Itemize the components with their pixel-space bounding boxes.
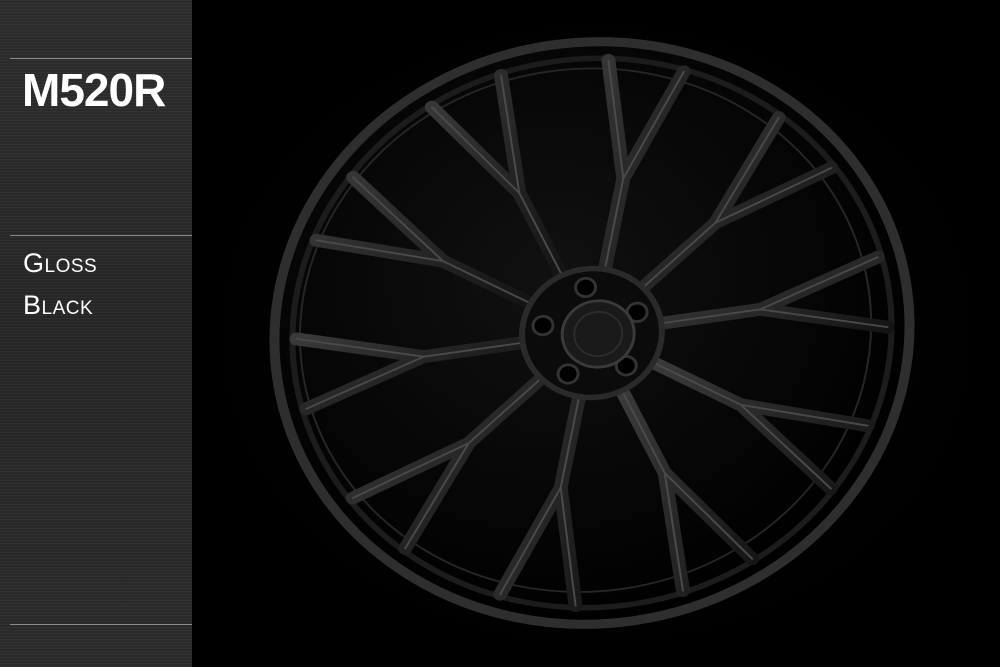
wheel-illustration [269, 37, 915, 629]
middle-divider [10, 235, 192, 236]
lug-hole [556, 363, 580, 385]
wheel-photo [192, 0, 1000, 667]
lug-hole [574, 276, 598, 299]
lug-hole [531, 314, 555, 337]
bottom-divider [10, 624, 192, 625]
finish-line-2: Black [23, 290, 94, 320]
model-name: M520R [22, 64, 166, 116]
wheel [269, 37, 915, 629]
finish-line-1: Gloss [23, 248, 98, 278]
info-panel: M520R Gloss Black [0, 0, 192, 667]
top-divider [10, 58, 192, 59]
